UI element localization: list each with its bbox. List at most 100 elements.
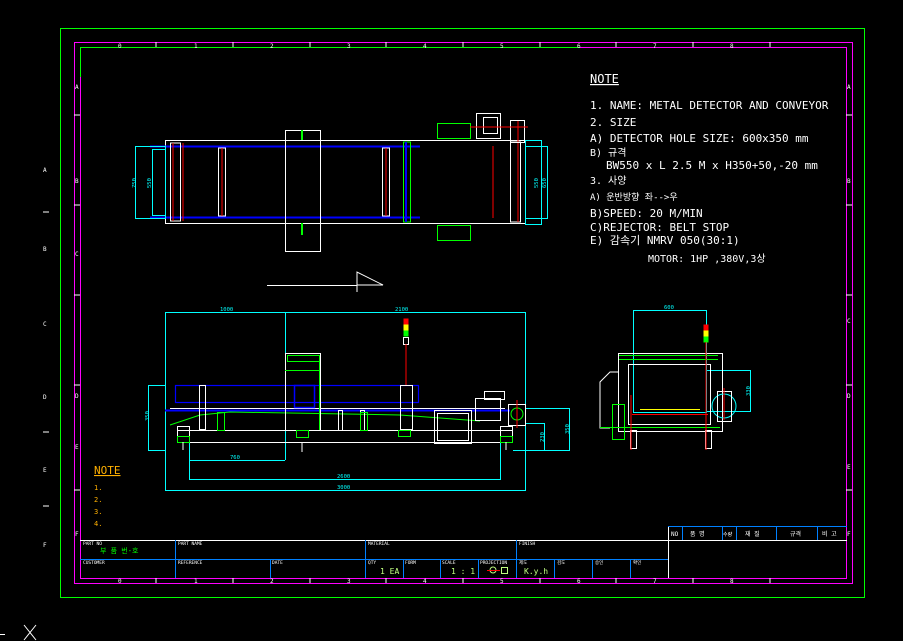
label-drawn: 제도	[519, 559, 527, 566]
note2-item: 2.	[94, 496, 102, 504]
grid-letter-right: B	[847, 178, 851, 185]
top-view[interactable]	[135, 113, 548, 252]
label-projection: PROJECTION	[480, 560, 507, 566]
dim-760: 760	[230, 455, 240, 461]
dim-2100: 2100	[395, 307, 408, 313]
rev-header-qty: 수량	[723, 531, 733, 538]
label-finish: FINISH	[519, 541, 536, 547]
grid-letter-right: D	[847, 393, 851, 400]
dim-350-left: 350	[145, 411, 151, 421]
label-customer: CUSTOMER	[83, 560, 105, 566]
projection-symbol-icon	[487, 566, 508, 574]
outer-letter: F	[43, 542, 47, 549]
note-title: NOTE	[590, 72, 619, 86]
notes-block: NOTE 1. NAME: METAL DETECTOR AND CONVEYO…	[590, 72, 829, 265]
label-material: MATERIAL	[368, 541, 390, 547]
dim-230: 230	[540, 432, 546, 442]
rev-header-spec: 규격	[790, 531, 801, 538]
value-part-no: 부 품 번-호	[100, 546, 139, 555]
grid-letter-right: E	[847, 464, 851, 471]
note-line: 3. 사양	[590, 175, 626, 187]
value-scale: 1 : 1	[451, 567, 475, 576]
outer-letter: A	[43, 167, 47, 174]
grid-number-bottom: 3	[347, 578, 351, 585]
grid-number-top: 2	[270, 43, 274, 50]
dim-top-750: 750	[132, 178, 138, 188]
flow-direction-arrow-icon	[267, 271, 384, 292]
note2-item: 3.	[94, 508, 102, 516]
note2-item: 1.	[94, 484, 102, 492]
label-approved: 승인	[595, 559, 603, 566]
grid-number-bottom: 1	[194, 578, 198, 585]
outer-letter: E	[43, 467, 47, 474]
grid-number-bottom: 7	[653, 578, 657, 585]
note-line: 1. NAME: METAL DETECTOR AND CONVEYOR	[590, 99, 829, 112]
dim-2600: 2600	[337, 474, 350, 480]
dim-1000: 1000	[220, 307, 233, 313]
grid-number-top: 1	[194, 43, 198, 50]
note-line: A) 운반방향 좌-->우	[590, 191, 678, 203]
note-line: B) 규격	[590, 146, 626, 159]
note-line: C)REJECTOR: BELT STOP	[590, 221, 729, 234]
grid-number-top: 3	[347, 43, 351, 50]
rev-header-remarks: 비 고	[822, 530, 837, 538]
grid-number-top: 7	[653, 43, 657, 50]
label-checked: 검도	[557, 559, 565, 566]
grid-letter-right: F	[847, 531, 851, 538]
dim-600: 600	[664, 305, 674, 311]
cad-drawing-canvas[interactable]: 0 1 2 3 4 5 6 7 8 0 1 2 3 4 5 6 7 8 A B …	[0, 0, 903, 641]
grid-number-bottom: 4	[423, 578, 427, 585]
label-form: FORM	[405, 560, 416, 566]
grid-number-top: 8	[730, 43, 734, 50]
grid-number-top: 6	[577, 43, 581, 50]
grid-number-bottom: 6	[577, 578, 581, 585]
notes-block-2: NOTE 1. 2. 3. 4.	[94, 464, 121, 528]
note2-item: 4.	[94, 520, 102, 528]
rev-header-material: 재 질	[745, 530, 760, 538]
grid-letter-left: D	[75, 393, 79, 400]
grid-number-top: 0	[118, 43, 122, 50]
grid-letter-left: E	[75, 444, 79, 451]
grid-number-bottom: 8	[730, 578, 734, 585]
dim-350-right: 350	[565, 424, 571, 434]
side-view[interactable]	[148, 312, 571, 491]
dim-330: 330	[746, 386, 752, 396]
dim-top-550-right: 550	[534, 178, 540, 188]
outer-letter: B	[43, 246, 47, 253]
rev-header-no: NO	[671, 531, 679, 538]
rev-header-name: 품 명	[690, 530, 705, 538]
grid-letter-left: B	[75, 178, 79, 185]
grid-letter-left: A	[75, 84, 79, 91]
grid-number-top: 5	[500, 43, 504, 50]
grid-letter-right: C	[847, 318, 851, 325]
grid-letter-left: C	[75, 251, 79, 258]
dim-3000: 3000	[337, 485, 350, 491]
dim-top-650: 650	[542, 178, 548, 188]
label-qty: QTY	[368, 560, 376, 566]
note-line: E) 감속기 NMRV 050(30:1)	[590, 234, 740, 247]
value-drawn: K.y.h	[524, 567, 548, 576]
grid-number-bottom: 0	[118, 578, 122, 585]
label-confirm: 확인	[633, 559, 641, 566]
label-reference: REFERENCE	[178, 560, 203, 566]
note2-title: NOTE	[94, 464, 121, 477]
end-view[interactable]	[599, 310, 751, 451]
outer-letter: C	[43, 321, 47, 328]
ucs-icon	[0, 624, 37, 641]
value-qty: 1 EA	[380, 567, 399, 576]
note-line: BW550 x L 2.5 M x H350+50,-20 mm	[606, 159, 818, 172]
grid-number-top: 4	[423, 43, 427, 50]
grid-letter-right: A	[847, 84, 851, 91]
outer-letter: D	[43, 394, 47, 401]
note-line: A) DETECTOR HOLE SIZE: 600x350 mm	[590, 132, 809, 145]
note-line: MOTOR: 1HP ,380V,3상	[648, 253, 766, 265]
label-date: DATE	[272, 560, 283, 566]
note-line: B)SPEED: 20 M/MIN	[590, 207, 703, 220]
grid-number-bottom: 5	[500, 578, 504, 585]
note-line: 2. SIZE	[590, 116, 636, 129]
label-scale: SCALE	[442, 560, 456, 566]
label-part-name: PART NAME	[178, 541, 203, 547]
grid-number-bottom: 2	[270, 578, 274, 585]
dim-top-550: 550	[147, 178, 153, 188]
grid-letter-left: F	[75, 531, 79, 538]
